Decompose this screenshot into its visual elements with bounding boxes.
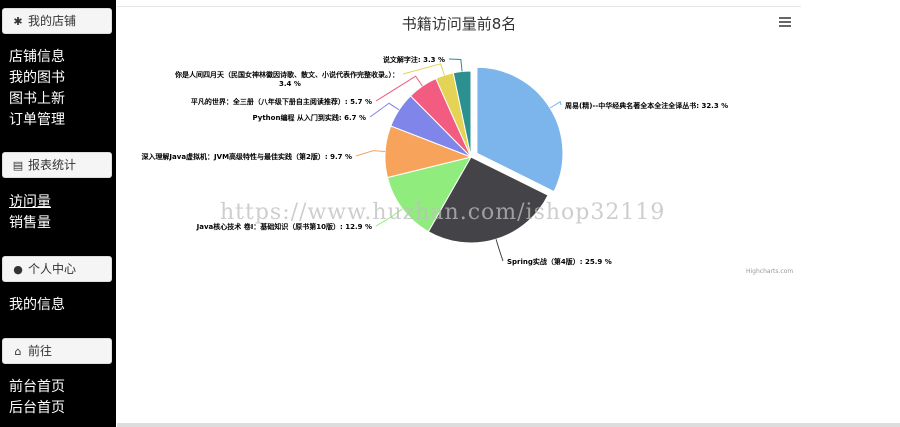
credits-link[interactable]: Highcharts.com [746,268,793,275]
pie-connector [402,63,445,76]
nav-order-management[interactable]: 订单管理 [9,110,65,130]
nav-visits[interactable]: 访问量 [9,192,51,212]
table-icon: ▤ [12,159,24,172]
pie-connector [355,150,386,157]
pie-connector [495,239,504,262]
pie-connector [549,100,562,109]
pie-data-label: 周易(精)--中华经典名著全本全注全译丛书: 32.3 % [565,101,728,110]
horizontal-scrollbar[interactable] [117,423,900,427]
section-title: 个人中心 [28,262,77,276]
section-header-personal: ● 个人中心 [2,256,112,282]
nav-my-books[interactable]: 我的图书 [9,68,65,88]
pie-data-label: 你是人间四月天（民国女神林徽因诗歌、散文、小说代表作完整收录。）： 3.4 % [174,70,399,88]
section-title: 前往 [28,344,53,358]
section-title: 我的店铺 [28,14,77,28]
pie-data-label: Spring实战（第4版）: 25.9 % [507,257,612,266]
pie-connector [369,102,400,118]
nav-store-info[interactable]: 店铺信息 [9,47,65,67]
nav-new-books[interactable]: 图书上新 [9,89,65,109]
pie-data-label: Python编程 从入门到实践: 6.7 % [253,113,366,122]
pie-data-label: 深入理解Java虚拟机：JVM高级特性与最佳实践（第2版）: 9.7 % [141,152,352,161]
section-header-my-store: ✱ 我的店铺 [2,8,112,34]
asterisk-icon: ✱ [13,15,23,28]
section-header-reports: ▤ 报表统计 [2,152,112,178]
pie-data-label: 平凡的世界：全三册（八年级下册自主阅读推荐）: 5.7 % [191,97,372,106]
pie-data-label: 说文解字注: 3.3 % [383,55,445,64]
section-header-goto: ⌂ 前往 [2,338,112,364]
nav-my-info[interactable]: 我的信息 [9,295,65,315]
user-icon: ● [13,263,23,276]
nav-backend-home[interactable]: 后台首页 [9,398,65,418]
watermark: https://www.huzhan.com/ishop32119 [220,200,666,225]
section-title: 报表统计 [28,158,77,172]
nav-sales[interactable]: 销售量 [9,213,51,233]
sidebar: ✱ 我的店铺 店铺信息 我的图书 图书上新 订单管理 ▤ 报表统计 访问量 销售量 … [0,0,116,427]
pie-connector [448,58,463,72]
home-icon: ⌂ [14,345,22,358]
nav-frontend-home[interactable]: 前台首页 [9,377,65,397]
